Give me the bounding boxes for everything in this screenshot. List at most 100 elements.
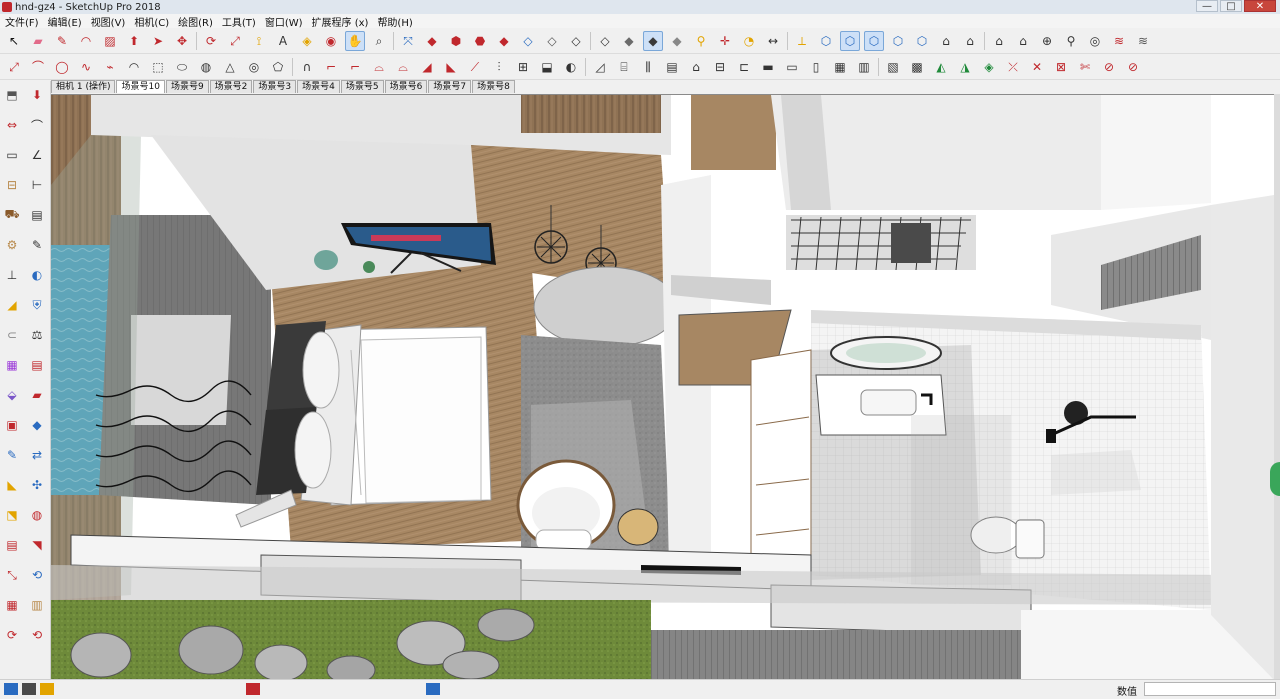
- ruby-icon[interactable]: ◆: [494, 31, 514, 51]
- plugin-weld-icon[interactable]: ⟋: [465, 57, 485, 77]
- follow-me-icon[interactable]: ➤: [148, 31, 168, 51]
- plugin-beam-icon[interactable]: ▭: [782, 57, 802, 77]
- gear-icon[interactable]: ⚙: [2, 235, 22, 255]
- back-edges-icon[interactable]: ◇: [542, 31, 562, 51]
- plugin-slash-icon[interactable]: ⊘: [1099, 57, 1119, 77]
- plugin-hatch-icon[interactable]: ▧: [883, 57, 903, 77]
- plugin-slab-icon[interactable]: ▬: [758, 57, 778, 77]
- plugin-terrain-icon[interactable]: ◭: [931, 57, 951, 77]
- sandbox-icon[interactable]: ⊂: [2, 325, 22, 345]
- color-picker-icon[interactable]: ▦: [2, 595, 22, 615]
- diamond-blue-icon[interactable]: ◆: [27, 415, 47, 435]
- plugin-landscape-icon[interactable]: ◮: [955, 57, 975, 77]
- color-swatch-icon[interactable]: ▦: [2, 355, 22, 375]
- menu-item[interactable]: 工具(T): [219, 14, 262, 29]
- plugin-torus-icon[interactable]: ◎: [244, 57, 264, 77]
- rectangle-icon[interactable]: ▨: [100, 31, 120, 51]
- scene-tab[interactable]: 场景号5: [340, 80, 384, 93]
- shade-icon[interactable]: ◐: [27, 265, 47, 285]
- model-viewport[interactable]: [51, 94, 1274, 679]
- back-view-icon[interactable]: ⬡: [912, 31, 932, 51]
- menu-item[interactable]: 相机(C): [131, 14, 175, 29]
- scene-tab[interactable]: 场景号3: [253, 80, 297, 93]
- mesh-icon[interactable]: ⬙: [2, 385, 22, 405]
- plugin-wall-icon[interactable]: ▤: [662, 57, 682, 77]
- ruler-icon[interactable]: ⊟: [2, 175, 22, 195]
- orbit-icon[interactable]: ◉: [321, 31, 341, 51]
- dimension-icon[interactable]: ↔: [763, 31, 783, 51]
- styles-icon[interactable]: ≋: [1133, 31, 1153, 51]
- cut-face-icon[interactable]: ◣: [2, 475, 22, 495]
- fill-icon[interactable]: ◢: [2, 295, 22, 315]
- arc-icon[interactable]: ◠: [76, 31, 96, 51]
- gradient-icon[interactable]: ▣: [2, 415, 22, 435]
- xray-icon[interactable]: ◇: [518, 31, 538, 51]
- scene-tab[interactable]: 场景号6: [384, 80, 428, 93]
- front-view-icon[interactable]: ⬡: [864, 30, 884, 51]
- plugin-cone-icon[interactable]: △: [220, 57, 240, 77]
- minimize-button[interactable]: —: [1196, 0, 1218, 12]
- select-icon[interactable]: ↖: [4, 31, 24, 51]
- look-around-icon[interactable]: ◎: [1085, 31, 1105, 51]
- scene-tab[interactable]: 相机 1 (操作): [51, 80, 116, 93]
- line-tool-icon[interactable]: ▭: [2, 145, 22, 165]
- zoom-icon[interactable]: ⌕: [369, 31, 389, 51]
- tape-measure-icon[interactable]: ⟟: [249, 31, 269, 51]
- plugin-chamfer-icon[interactable]: ◣: [441, 57, 461, 77]
- walk-icon[interactable]: ⚲: [691, 31, 711, 51]
- join-icon[interactable]: ⊥: [2, 265, 22, 285]
- menu-item[interactable]: 视图(V): [88, 14, 132, 29]
- house-icon[interactable]: ⌂: [936, 31, 956, 51]
- hidden-line-icon[interactable]: ◇: [595, 31, 615, 51]
- plugin-stair-icon[interactable]: ⌸: [614, 57, 634, 77]
- push-pull-icon[interactable]: ⬆: [124, 31, 144, 51]
- plugin-circle-icon[interactable]: ◯: [52, 57, 72, 77]
- make-component-icon[interactable]: ⬒: [2, 85, 22, 105]
- text-icon[interactable]: A: [273, 31, 293, 51]
- plugin-rail-icon[interactable]: ⫼: [638, 57, 658, 77]
- lock-icon[interactable]: ⛨: [27, 295, 47, 315]
- plugin-cross-icon[interactable]: ✕: [1027, 57, 1047, 77]
- plugin-loft-icon[interactable]: ⌓: [369, 57, 389, 77]
- eraser-icon[interactable]: ▰: [28, 31, 48, 51]
- credits-icon[interactable]: [22, 683, 36, 695]
- plugin-stripe-icon[interactable]: ▥: [854, 57, 874, 77]
- plugin-arc-icon[interactable]: ◠: [124, 57, 144, 77]
- scene-tab[interactable]: 场景号4: [297, 80, 340, 93]
- geo-icon[interactable]: [4, 683, 18, 695]
- red-circle-icon[interactable]: ◍: [27, 505, 47, 525]
- scene-tab[interactable]: 场景号7: [428, 80, 472, 93]
- flip-icon[interactable]: ⇄: [27, 445, 47, 465]
- undo-icon[interactable]: ⟲: [27, 625, 47, 645]
- plugin-no-icon[interactable]: ⊘: [1123, 57, 1143, 77]
- warehouse-icon[interactable]: ⬢: [446, 31, 466, 51]
- scene-tab[interactable]: 场景号10: [116, 80, 165, 93]
- scale-red-icon[interactable]: ⤡: [2, 565, 22, 585]
- plugin-frame-icon[interactable]: ⊠: [1051, 57, 1071, 77]
- plugin-bevel-icon[interactable]: ◿: [590, 57, 610, 77]
- plugin-array-icon[interactable]: ⫶: [489, 57, 509, 77]
- dimension-tool-icon[interactable]: ⊢: [27, 175, 47, 195]
- house-front-icon[interactable]: ⌂: [960, 31, 980, 51]
- monochrome-icon[interactable]: ◆: [667, 31, 687, 51]
- axes-icon[interactable]: ✛: [715, 31, 735, 51]
- plugin-prism-icon[interactable]: ⬠: [268, 57, 288, 77]
- plugin-cut-icon[interactable]: ✄: [1075, 57, 1095, 77]
- angle-tool-icon[interactable]: ∠: [27, 145, 47, 165]
- info-icon[interactable]: [40, 683, 54, 695]
- stack-icon[interactable]: ▤: [27, 205, 47, 225]
- plugin-shell-icon[interactable]: ⬓: [537, 57, 557, 77]
- top-view-icon[interactable]: ⬡: [840, 30, 860, 51]
- pencil-icon[interactable]: ✎: [52, 31, 72, 51]
- layers-icon[interactable]: ≋: [1109, 31, 1129, 51]
- extension-icon[interactable]: ⬣: [470, 31, 490, 51]
- truck-icon[interactable]: ⛟: [2, 205, 22, 225]
- scene-tab[interactable]: 场景号8: [472, 80, 515, 93]
- plugin-grid-icon[interactable]: ⊞: [513, 57, 533, 77]
- plugin-roof-icon[interactable]: ⌂: [686, 57, 706, 77]
- stamp-icon[interactable]: ⬔: [2, 505, 22, 525]
- menu-item[interactable]: 扩展程序 (x): [309, 14, 375, 29]
- house-side-icon[interactable]: ⌂: [989, 31, 1009, 51]
- menu-item[interactable]: 绘图(R): [175, 14, 219, 29]
- menu-item[interactable]: 编辑(E): [45, 14, 88, 29]
